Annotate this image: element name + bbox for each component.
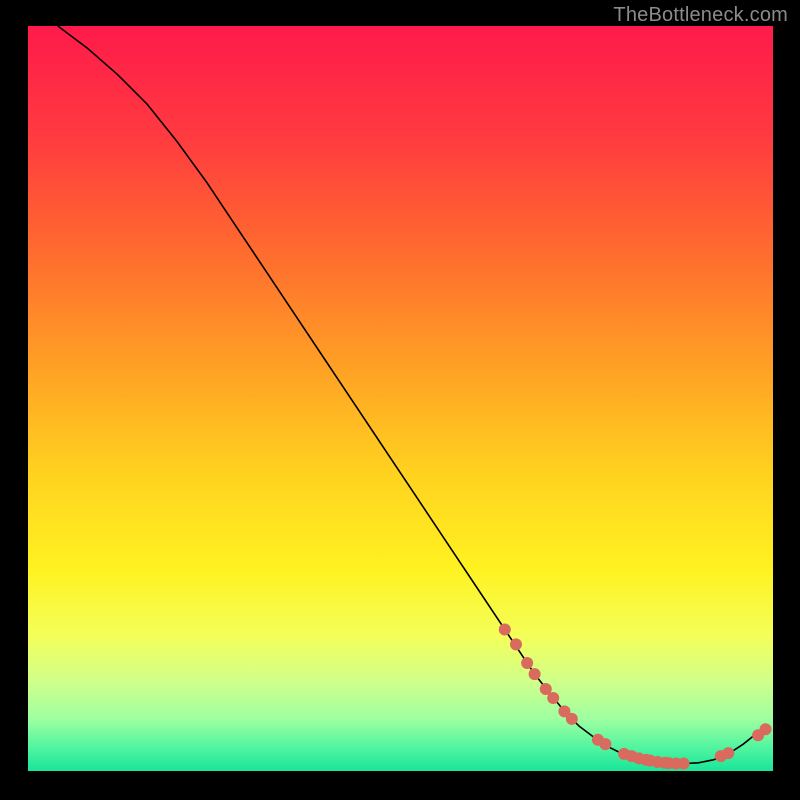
marker-point — [529, 668, 541, 680]
marker-point — [678, 758, 690, 770]
marker-point — [566, 713, 578, 725]
marker-point — [521, 657, 533, 669]
chart-svg — [28, 26, 773, 771]
marker-point — [510, 638, 522, 650]
marker-point — [599, 738, 611, 750]
marker-point — [499, 623, 511, 635]
gradient-background — [28, 26, 773, 771]
plot-area — [28, 26, 773, 771]
watermark-text: TheBottleneck.com — [613, 4, 788, 27]
chart-root: TheBottleneck.com — [0, 0, 800, 800]
marker-point — [722, 747, 734, 759]
marker-point — [760, 723, 772, 735]
marker-point — [547, 692, 559, 704]
